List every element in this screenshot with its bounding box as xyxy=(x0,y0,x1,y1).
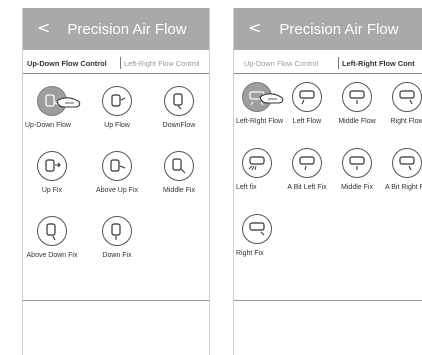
above-up-fix-option[interactable]: Above Up Fix xyxy=(90,151,144,195)
right-screen: < Precision Air Flow Up-Down Flow Contro… xyxy=(233,8,422,355)
option-label: Up-Down Flow xyxy=(25,122,71,129)
option-label: Up Flow xyxy=(104,122,130,129)
a-bit-right-fix-option[interactable]: A Bit Right Fix xyxy=(380,148,422,192)
up-flow-option[interactable]: Up Flow xyxy=(90,86,144,130)
middle-flow-option[interactable]: Middle Flow xyxy=(330,82,384,126)
left-screen: < Precision Air Flow Up-Down Flow Contro… xyxy=(22,8,210,355)
option-label: Above Down Fix xyxy=(26,252,78,259)
tab-separator xyxy=(120,57,121,69)
middle-fix-option[interactable]: Middle Fix xyxy=(152,151,206,195)
tab-bar: Up-Down Flow Control Left-Right Flow Con… xyxy=(234,56,422,74)
above-down-fix-option[interactable]: Above Down Fix xyxy=(25,216,79,260)
down-fix-icon xyxy=(102,216,132,246)
right-fix-icon xyxy=(242,214,272,244)
option-label: DownFlow xyxy=(162,122,196,129)
right-fix-option[interactable]: Right Fix xyxy=(234,214,284,258)
left-fix-option[interactable]: Left fix xyxy=(234,148,284,192)
header: < Precision Air Flow xyxy=(234,8,422,50)
down-fix-option[interactable]: Down Fix xyxy=(90,216,144,260)
tab-left-right-flow-control[interactable]: Left-Right Flow Cont xyxy=(342,59,415,68)
left-flow-option[interactable]: Left Flow xyxy=(280,82,334,126)
above-up-fix-icon xyxy=(102,151,132,181)
option-label: A Bit Right Fix xyxy=(385,184,422,191)
a-bit-left-fix-icon xyxy=(292,148,322,178)
option-label: Above Up Fix xyxy=(95,187,139,194)
middle-flow-icon xyxy=(342,82,372,112)
back-button[interactable]: < xyxy=(248,18,261,37)
header: < Precision Air Flow xyxy=(23,8,209,50)
airflow-grid: Up-Down Flow Up Flow DownFlow Up Fix Abo… xyxy=(23,74,209,306)
right-flow-icon xyxy=(392,82,422,112)
option-label: Up Fix xyxy=(41,187,63,194)
option-label: Middle Fix xyxy=(341,184,373,191)
middle-fix-option[interactable]: Middle Fix xyxy=(330,148,384,192)
tab-bar: Up-Down Flow Control Left-Right Flow Con… xyxy=(23,56,209,74)
option-label: Left Flow xyxy=(292,118,322,125)
option-label: Right Fix xyxy=(236,250,264,257)
up-flow-icon xyxy=(102,86,132,116)
page-title: Precision Air Flow xyxy=(67,20,187,38)
right-flow-option[interactable]: Right Flow xyxy=(380,82,422,126)
up-fix-option[interactable]: Up Fix xyxy=(25,151,79,195)
middle-fix-icon xyxy=(342,148,372,178)
divider xyxy=(234,300,422,301)
a-bit-right-fix-icon xyxy=(392,148,422,178)
tab-separator xyxy=(338,57,339,69)
down-flow-option[interactable]: DownFlow xyxy=(152,86,206,130)
above-down-fix-icon xyxy=(37,216,67,246)
divider xyxy=(23,300,209,301)
tab-left-right-flow-control[interactable]: Left-Right Flow Control xyxy=(124,59,200,68)
option-label: Down Fix xyxy=(102,252,132,259)
option-label: Right Flow xyxy=(390,118,422,125)
option-label: Middle Flow xyxy=(338,118,376,125)
tab-up-down-flow-control[interactable]: Up-Down Flow Control xyxy=(27,59,107,68)
down-flow-icon xyxy=(164,86,194,116)
page-title: Precision Air Flow xyxy=(279,20,399,38)
tab-up-down-flow-control[interactable]: Up-Down Flow Control xyxy=(244,59,318,68)
option-label: Left fix xyxy=(236,184,257,191)
hand-pointer-icon xyxy=(56,97,81,108)
a-bit-left-fix-option[interactable]: A Bit Left Fix xyxy=(280,148,334,192)
option-label: Middle Fix xyxy=(163,187,195,194)
back-button[interactable]: < xyxy=(37,18,50,37)
option-label: A Bit Left Fix xyxy=(287,184,327,191)
airflow-grid: Left-Right Flow Left Flow Middle Flow Ri… xyxy=(234,74,422,306)
left-flow-icon xyxy=(292,82,322,112)
option-label: Left-Right Flow xyxy=(236,118,284,125)
left-fix-icon xyxy=(242,148,272,178)
up-fix-icon xyxy=(37,151,67,181)
middle-fix-icon xyxy=(164,151,194,181)
